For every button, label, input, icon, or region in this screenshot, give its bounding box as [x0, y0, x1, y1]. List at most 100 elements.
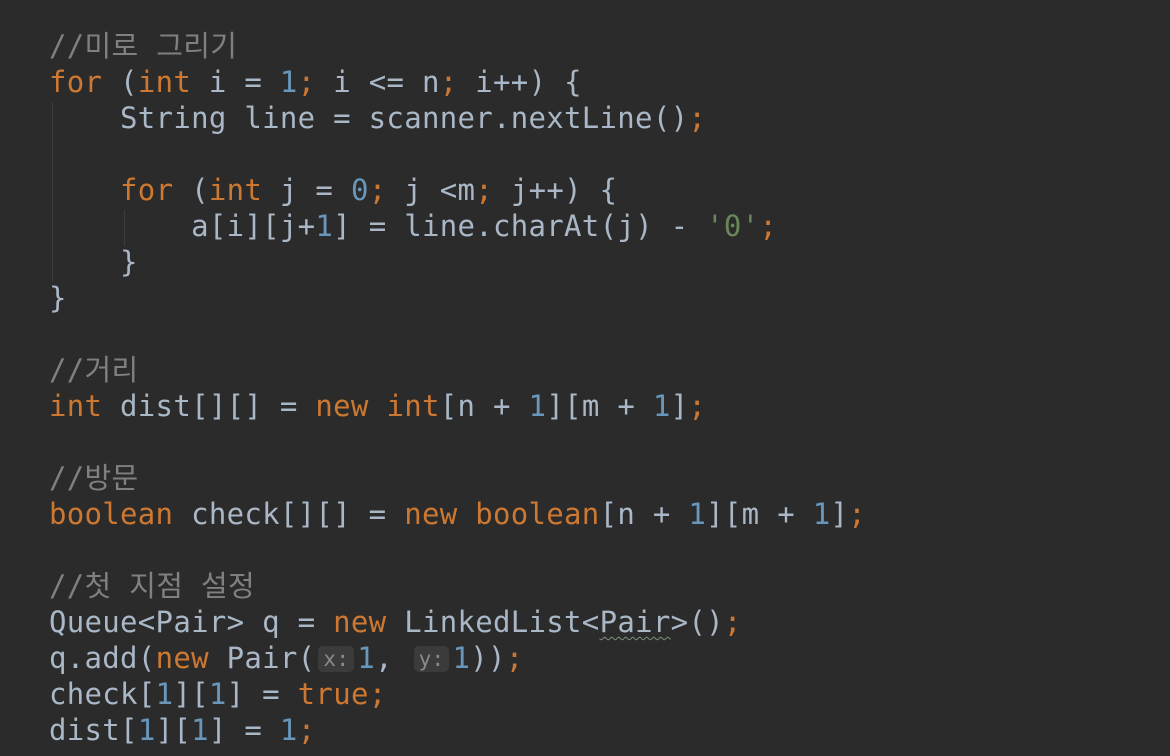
- code-keyword: ;: [439, 65, 458, 99]
- code-text: dist[: [49, 713, 138, 747]
- code-text: ] =: [208, 713, 280, 747]
- code-number: 1: [528, 389, 547, 423]
- code-line[interactable]: //거리: [49, 352, 866, 388]
- code-keyword: ;: [759, 209, 778, 243]
- code-line[interactable]: check[1][1] = true;: [49, 676, 866, 712]
- code-text: ][: [173, 677, 209, 711]
- code-keyword: ;: [723, 605, 742, 639]
- code-number: 0: [350, 173, 369, 207]
- code-text: ]: [830, 497, 849, 531]
- code-line[interactable]: //방문: [49, 460, 866, 496]
- code-text: (: [102, 65, 138, 99]
- code-text: check[: [49, 677, 156, 711]
- code-string: '0': [706, 209, 760, 243]
- code-keyword: ;: [475, 173, 494, 207]
- code-keyword: for: [120, 173, 174, 207]
- code-number: 1: [812, 497, 831, 531]
- code-text: i++) {: [457, 65, 582, 99]
- code-line[interactable]: }: [49, 244, 866, 280]
- code-line[interactable]: String line = scanner.nextLine();: [49, 100, 866, 136]
- code-line[interactable]: Queue<Pair> q = new LinkedList<Pair>();: [49, 604, 866, 640]
- parameter-hint: x:: [318, 646, 355, 672]
- code-keyword: int: [137, 65, 192, 99]
- code-text: String line = scanner.nextLine(): [49, 101, 689, 135]
- code-text: a[i][j+: [49, 209, 316, 243]
- code-text: >(): [670, 605, 724, 639]
- code-text: check[][] =: [173, 497, 405, 531]
- code-text: [n +: [599, 497, 689, 531]
- code-keyword: ;: [688, 389, 707, 423]
- code-keyword: boolean: [475, 497, 600, 531]
- code-line[interactable]: }: [49, 280, 866, 316]
- code-number: 1: [452, 641, 471, 675]
- code-comment: //거리: [49, 353, 139, 387]
- code-keyword: ;: [505, 641, 524, 675]
- code-text: q.add(: [49, 641, 156, 675]
- code-keyword: new: [315, 389, 369, 423]
- code-line[interactable]: for (int j = 0; j <m; j++) {: [49, 172, 866, 208]
- code-area[interactable]: //미로 그리기 for (int i = 1; i <= n; i++) { S…: [49, 28, 866, 748]
- code-line[interactable]: for (int i = 1; i <= n; i++) {: [49, 64, 866, 100]
- code-text: ][: [155, 713, 192, 747]
- code-text: dist[][] =: [102, 389, 316, 423]
- code-number: 1: [688, 497, 707, 531]
- code-keyword: ;: [848, 497, 867, 531]
- code-text: ][m +: [706, 497, 813, 531]
- code-editor[interactable]: //미로 그리기 for (int i = 1; i <= n; i++) { S…: [0, 0, 1170, 756]
- code-keyword: new: [333, 605, 387, 639]
- code-keyword: ;: [297, 65, 316, 99]
- code-number: 1: [357, 641, 376, 675]
- code-number: 1: [137, 713, 156, 747]
- code-text: j =: [262, 173, 351, 207]
- code-keyword: boolean: [49, 497, 174, 531]
- code-line[interactable]: [49, 316, 866, 352]
- code-line[interactable]: q.add(new Pair(x: 1, y: 1));: [49, 640, 866, 676]
- code-comment: //방문: [49, 461, 139, 495]
- code-keyword: ;: [368, 173, 387, 207]
- code-number: 1: [155, 677, 174, 711]
- code-text: (: [173, 173, 209, 207]
- code-text: j <m: [386, 173, 476, 207]
- code-text: ] =: [226, 677, 298, 711]
- code-line[interactable]: boolean check[][] = new boolean[n + 1][m…: [49, 496, 866, 532]
- code-comment: //첫 지점 설정: [49, 569, 255, 603]
- code-text: }: [49, 281, 67, 315]
- code-text: }: [49, 245, 138, 279]
- code-number: 1: [279, 713, 298, 747]
- code-keyword: new: [155, 641, 209, 675]
- code-line[interactable]: [49, 424, 866, 460]
- code-text: )): [470, 641, 506, 675]
- code-line[interactable]: a[i][j+1] = line.charAt(j) - '0';: [49, 208, 866, 244]
- code-line[interactable]: [49, 532, 866, 568]
- code-keyword: ;: [297, 713, 316, 747]
- code-keyword: int: [49, 389, 103, 423]
- code-text: ][m +: [546, 389, 653, 423]
- code-line[interactable]: //미로 그리기: [49, 28, 866, 64]
- code-keyword: int: [208, 173, 263, 207]
- code-line[interactable]: int dist[][] = new int[n + 1][m + 1];: [49, 388, 866, 424]
- code-line[interactable]: dist[1][1] = 1;: [49, 712, 866, 748]
- code-text: i =: [191, 65, 280, 99]
- code-keyword: int: [386, 389, 440, 423]
- code-text: LinkedList<: [386, 605, 600, 639]
- code-number: 1: [652, 389, 671, 423]
- parameter-hint: y:: [413, 646, 450, 672]
- code-line[interactable]: [49, 136, 866, 172]
- code-line[interactable]: //첫 지점 설정: [49, 568, 866, 604]
- code-text: ,: [375, 641, 411, 675]
- code-keyword: for: [49, 65, 103, 99]
- code-warning-token: Pair: [599, 605, 671, 639]
- code-keyword: ;: [688, 101, 707, 135]
- code-number: 1: [315, 209, 334, 243]
- code-text: Queue<Pair> q =: [49, 605, 334, 639]
- code-number: 1: [208, 677, 227, 711]
- code-comment: //미로 그리기: [49, 29, 238, 63]
- code-keyword: ;: [368, 677, 387, 711]
- code-text: i <= n: [315, 65, 440, 99]
- code-text: Pair(: [208, 641, 316, 675]
- code-text: ]: [670, 389, 689, 423]
- code-keyword: true: [297, 677, 369, 711]
